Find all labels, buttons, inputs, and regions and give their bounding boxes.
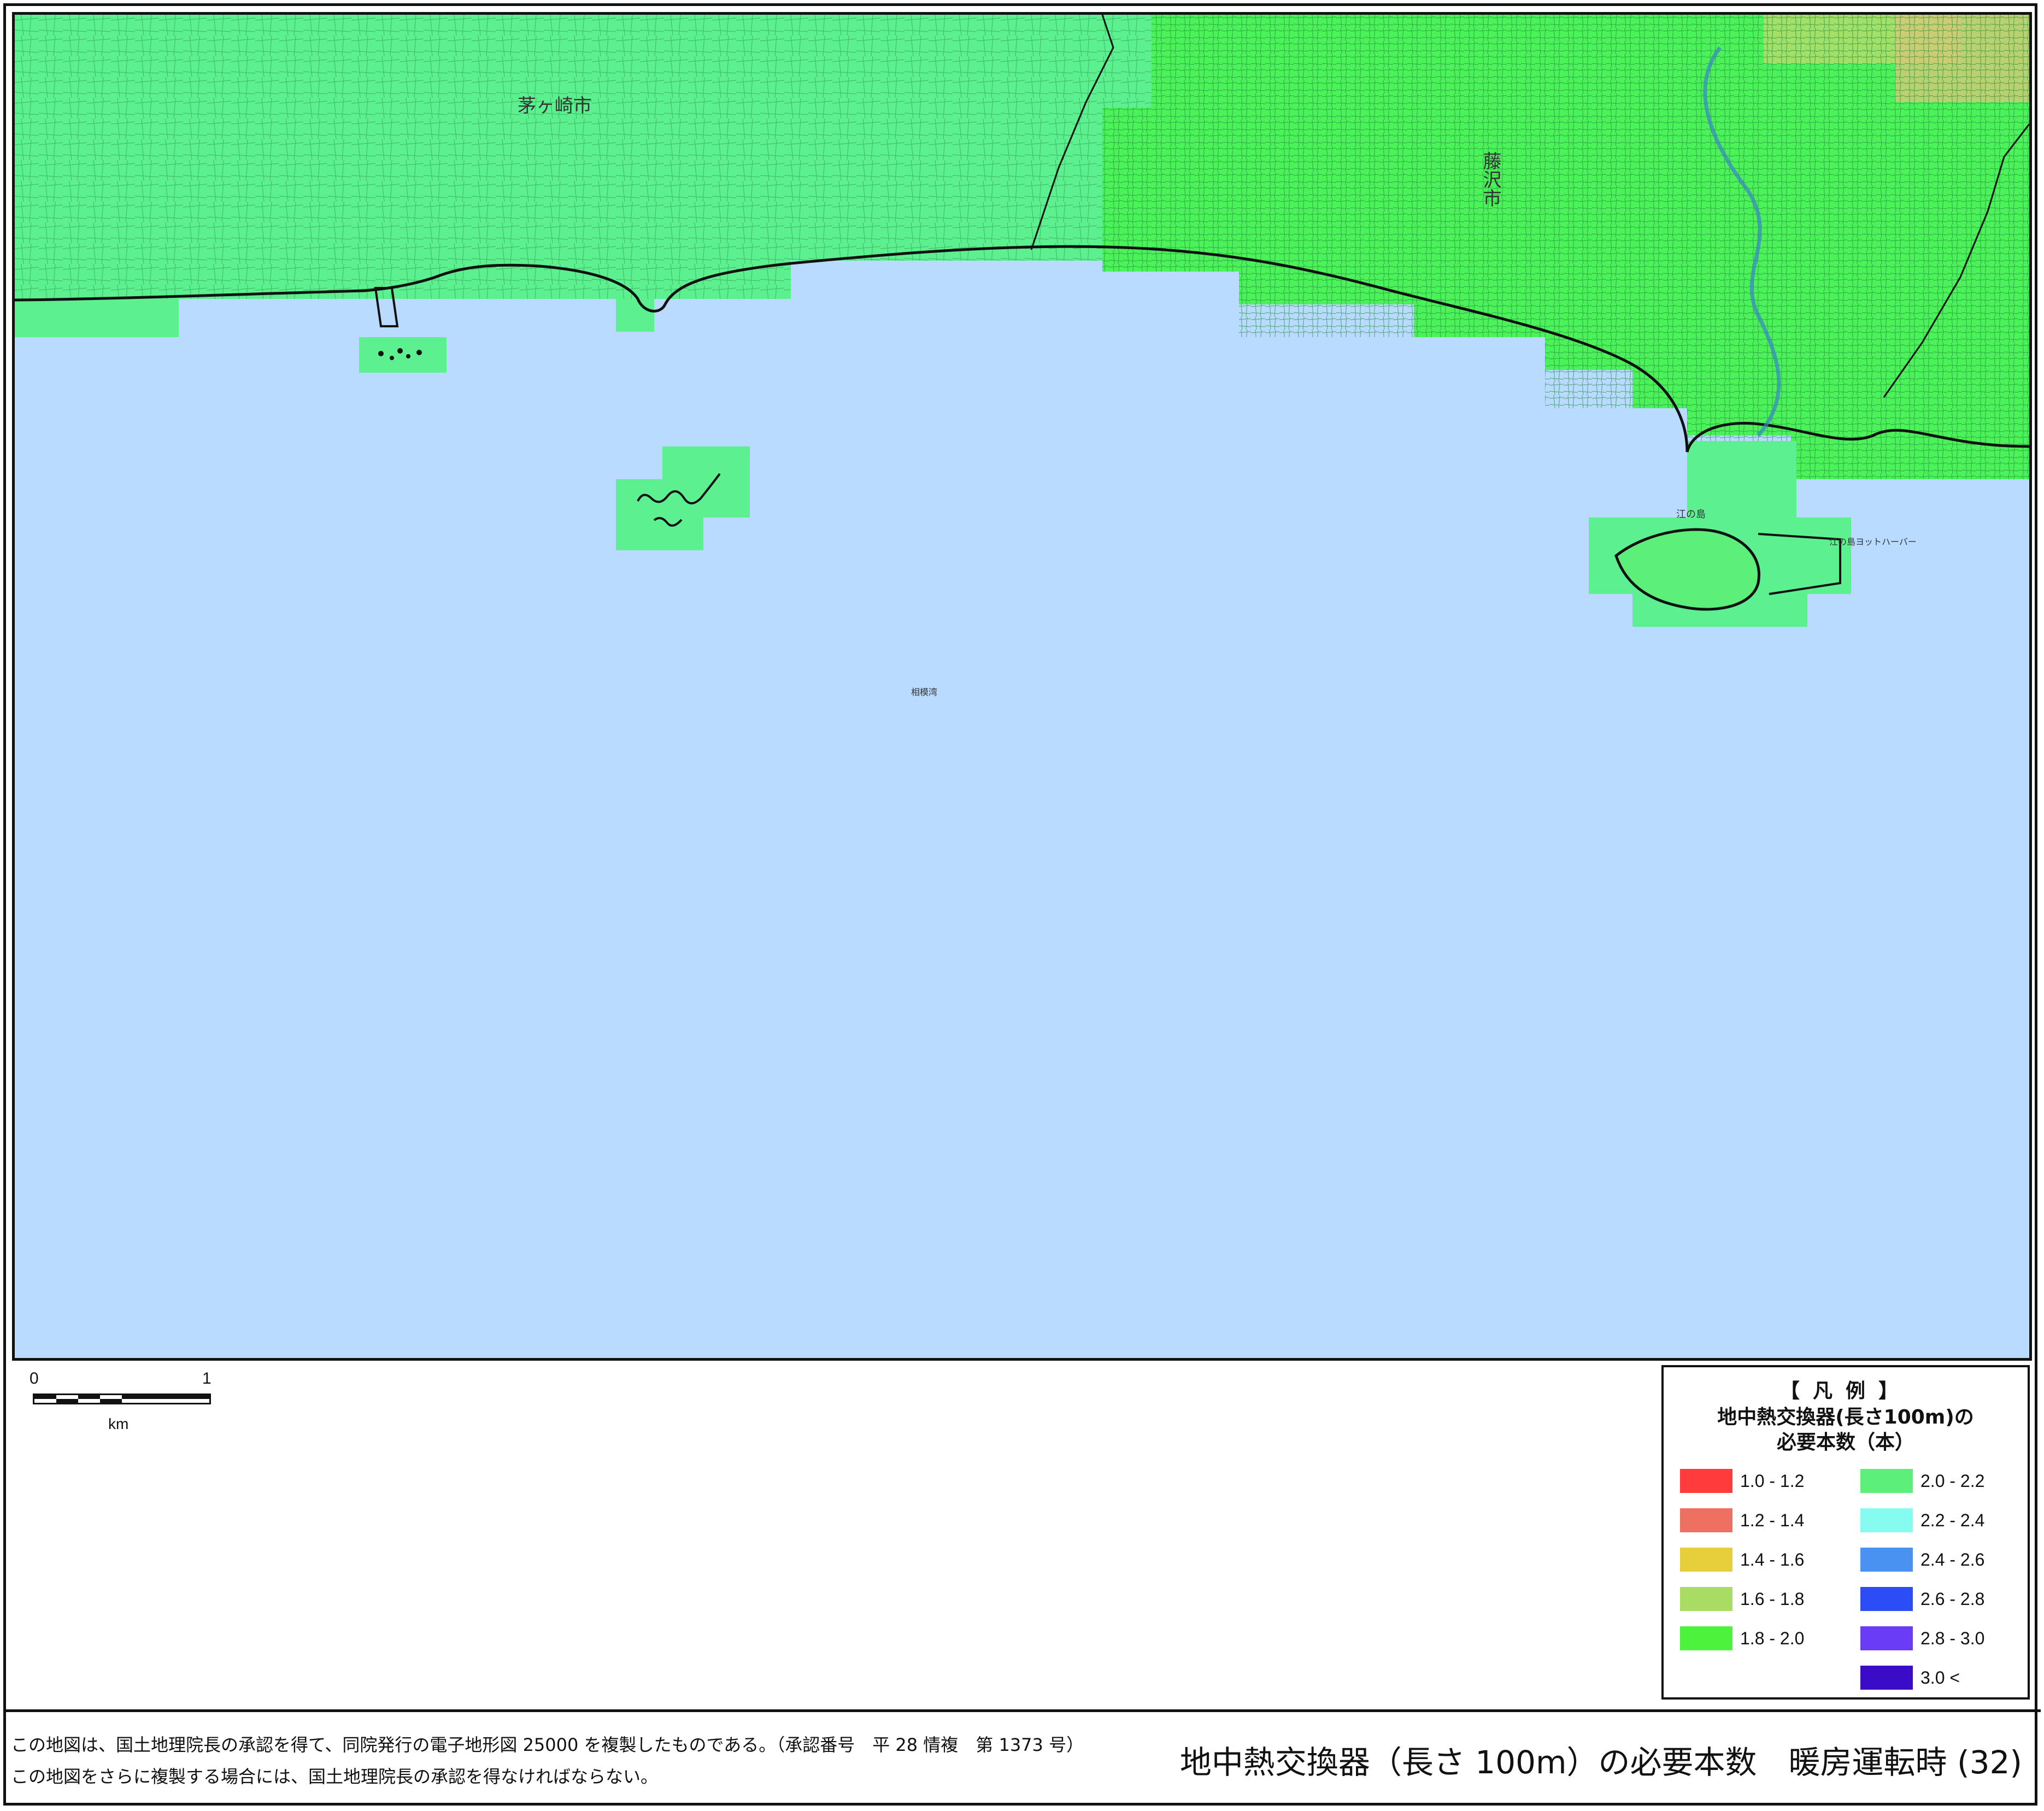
legend-label: 1.8 - 2.0 (1740, 1628, 1805, 1648)
legend-label: 1.4 - 1.6 (1740, 1550, 1805, 1569)
scale-segment (78, 1395, 100, 1399)
legend-swatch (1860, 1587, 1913, 1611)
map-canvas: 茅ヶ崎市 藤沢市 江の島 江の島ヨットハーバー 相模湾 (15, 15, 2029, 1358)
label-sagami-bay: 相模湾 (911, 687, 937, 697)
legend-label: 2.8 - 3.0 (1920, 1628, 1985, 1648)
legend-swatch (1680, 1469, 1732, 1493)
legend-heading: 【凡例】 (1779, 1380, 1911, 1402)
legend-item: 1.2 - 1.4 (1680, 1508, 1844, 1532)
legend-swatch (1860, 1626, 1913, 1650)
legend-label: 1.0 - 1.2 (1740, 1471, 1805, 1491)
scale-bar: 0 1 km (30, 1369, 218, 1435)
legend-swatch (1680, 1508, 1732, 1532)
copyright-notice-line1: この地図は、国土地理院長の承認を得て、同院発行の電子地形図 25000 を複製し… (11, 1734, 1084, 1755)
scale-tick-start: 0 (30, 1369, 39, 1387)
legend-title-line2: 必要本数（本） (1776, 1431, 1914, 1454)
legend-swatch (1860, 1666, 1913, 1690)
legend: 【凡例】 地中熱交換器(長さ100m)の 必要本数（本） 1.0 - 1.2 1… (1661, 1365, 2030, 1700)
legend-label: 2.0 - 2.2 (1920, 1471, 1985, 1491)
scale-tick-end: 1 (202, 1369, 212, 1387)
legend-swatch (1680, 1626, 1732, 1650)
legend-label: 3.0 < (1920, 1668, 1960, 1687)
scale-bar-graphic (33, 1393, 211, 1404)
scale-segment (122, 1395, 209, 1399)
legend-swatch (1680, 1548, 1732, 1572)
legend-swatch (1680, 1587, 1732, 1611)
legend-title-line1: 地中熱交換器(長さ100m)の (1717, 1406, 1974, 1428)
copyright-notice-line2: この地図をさらに複製する場合には、国土地理院長の承認を得なければならない。 (11, 1766, 659, 1787)
scale-segment (56, 1399, 78, 1403)
label-enoshima: 江の島 (1676, 509, 1706, 520)
legend-item: 1.8 - 2.0 (1680, 1626, 1844, 1650)
legend-item: 1.0 - 1.2 (1680, 1469, 1844, 1493)
legend-label: 2.6 - 2.8 (1920, 1589, 1985, 1609)
legend-item: 2.6 - 2.8 (1860, 1587, 2024, 1611)
eboshi-rock-cell-b (616, 479, 703, 550)
scale-segment (34, 1395, 56, 1399)
street-texture-west (15, 15, 1152, 299)
legend-label: 2.4 - 2.6 (1920, 1550, 1985, 1569)
label-yacht-harbor: 江の島ヨットハーバー (1829, 537, 1917, 547)
label-chigasaki: 茅ヶ崎市 (518, 95, 592, 117)
scale-segment (100, 1399, 122, 1403)
islet-cell-west (359, 337, 447, 373)
map-title: 地中熱交換器（長さ 100m）の必要本数 暖房運転時 (32) (1179, 1744, 2022, 1781)
legend-swatch (1860, 1469, 1913, 1493)
legend-label: 1.2 - 1.4 (1740, 1510, 1805, 1530)
legend-swatch (1860, 1508, 1913, 1532)
legend-item: 2.2 - 2.4 (1860, 1508, 2024, 1532)
legend-item: 2.8 - 3.0 (1860, 1626, 2024, 1650)
legend-item: 1.6 - 1.8 (1680, 1587, 1844, 1611)
legend-item: 2.4 - 2.6 (1860, 1548, 2024, 1572)
map-area[interactable]: 茅ヶ崎市 藤沢市 江の島 江の島ヨットハーバー 相模湾 (12, 12, 2032, 1361)
legend-label: 2.2 - 2.4 (1920, 1510, 1985, 1530)
label-fujisawa: 藤沢市 (1479, 151, 1501, 207)
legend-label: 1.6 - 1.8 (1740, 1589, 1805, 1609)
legend-item: 2.0 - 2.2 (1860, 1469, 2024, 1493)
legend-item: 1.4 - 1.6 (1680, 1548, 1844, 1572)
scale-unit: km (108, 1415, 129, 1432)
legend-swatch (1860, 1548, 1913, 1572)
footer-divider (3, 1709, 2041, 1712)
legend-item: 3.0 < (1860, 1666, 2024, 1690)
